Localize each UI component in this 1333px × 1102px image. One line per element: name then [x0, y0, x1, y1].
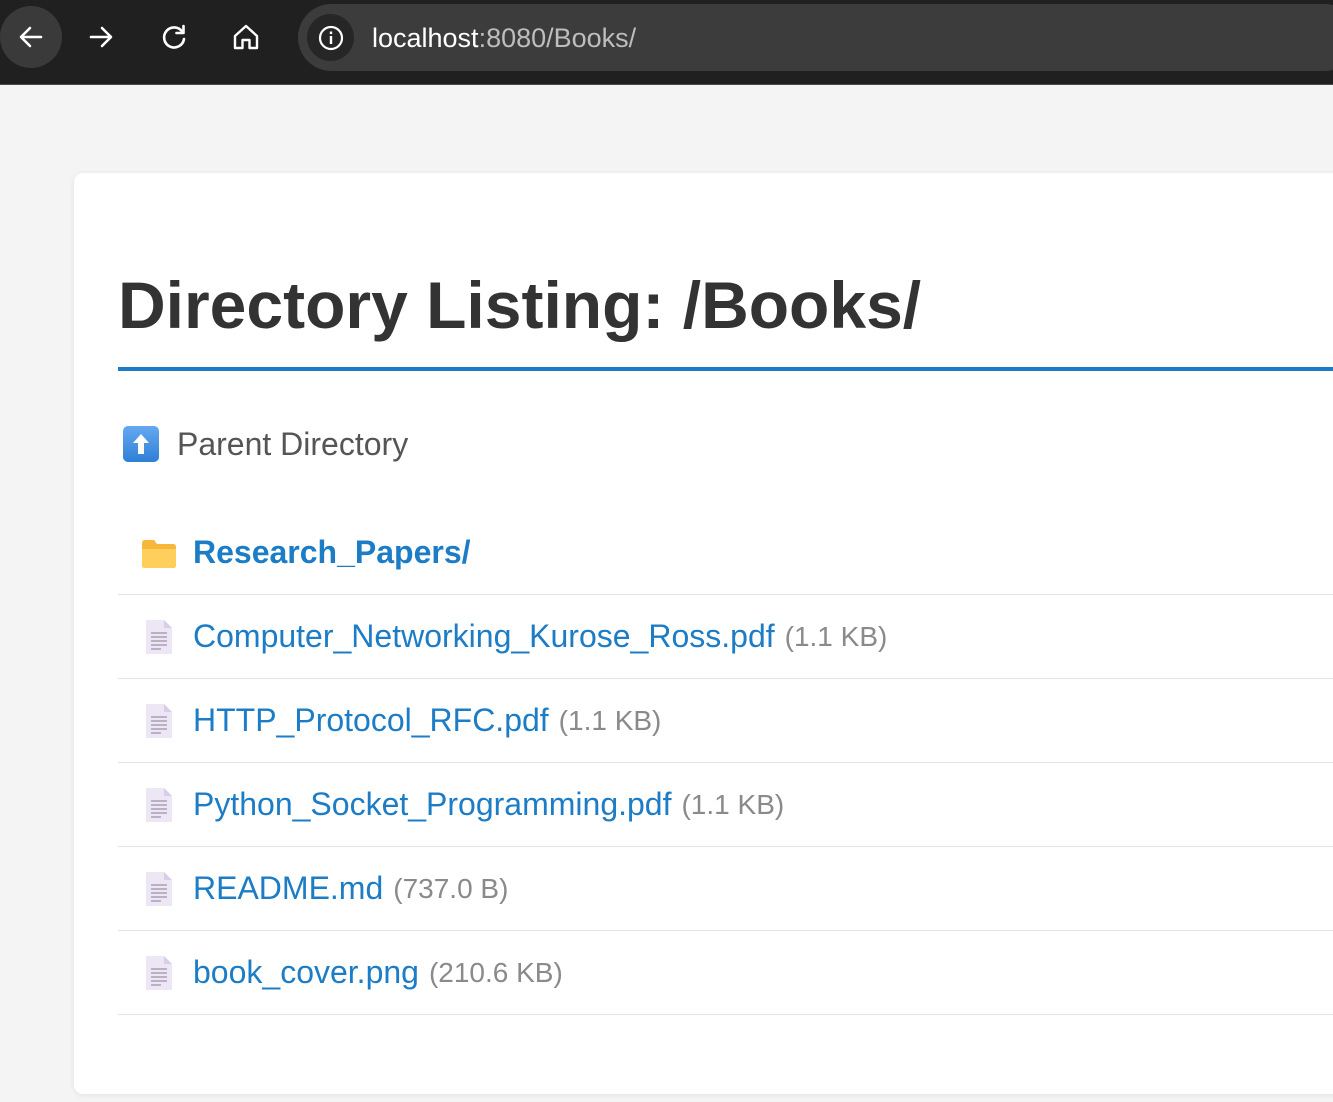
list-item: Python_Socket_Programming.pdf (1.1 KB) [118, 763, 1333, 847]
document-icon [141, 871, 177, 907]
file-link[interactable]: README.md [193, 870, 383, 907]
browser-toolbar: localhost:8080/Books/ [0, 0, 1333, 85]
page-title: Directory Listing: /Books/ [118, 268, 922, 342]
file-link[interactable]: HTTP_Protocol_RFC.pdf [193, 702, 549, 739]
url-path: :8080/Books/ [478, 23, 637, 53]
directory-listing-card: Directory Listing: /Books/ Parent Direct… [74, 173, 1333, 1094]
reload-button[interactable] [143, 6, 205, 68]
file-size: (1.1 KB) [784, 620, 888, 652]
back-button[interactable] [0, 6, 62, 68]
arrow-right-icon [89, 26, 113, 48]
document-icon [141, 619, 177, 655]
file-link[interactable]: book_cover.png [193, 954, 419, 991]
address-bar[interactable]: localhost:8080/Books/ [298, 4, 1333, 71]
title-divider [118, 367, 1333, 371]
list-item: Computer_Networking_Kurose_Ross.pdf (1.1… [118, 595, 1333, 679]
document-icon [141, 955, 177, 991]
url-text[interactable]: localhost:8080/Books/ [372, 22, 636, 54]
forward-button[interactable] [70, 6, 132, 68]
file-size: (1.1 KB) [558, 704, 662, 736]
list-item: book_cover.png (210.6 KB) [118, 931, 1333, 1015]
reload-icon [162, 24, 186, 49]
list-item: HTTP_Protocol_RFC.pdf (1.1 KB) [118, 679, 1333, 763]
file-link[interactable]: Python_Socket_Programming.pdf [193, 786, 671, 823]
file-size: (1.1 KB) [681, 788, 785, 820]
home-button[interactable] [215, 6, 277, 68]
file-list: Research_Papers/ Computer_Networking_Kur… [118, 511, 1333, 1015]
arrow-left-icon [19, 26, 43, 48]
list-item: README.md (737.0 B) [118, 847, 1333, 931]
folder-icon [141, 535, 177, 571]
document-icon [141, 787, 177, 823]
file-size: (210.6 KB) [428, 956, 563, 988]
parent-directory-label: Parent Directory [177, 425, 409, 462]
list-item: Research_Papers/ [118, 511, 1333, 595]
parent-directory-link[interactable]: Parent Directory [123, 423, 408, 465]
up-arrow-icon [123, 426, 159, 462]
info-icon [318, 25, 343, 50]
home-icon [233, 24, 259, 50]
folder-link[interactable]: Research_Papers/ [193, 534, 471, 571]
file-link[interactable]: Computer_Networking_Kurose_Ross.pdf [193, 618, 775, 655]
site-info-button[interactable] [307, 14, 354, 61]
document-icon [141, 703, 177, 739]
file-size: (737.0 B) [393, 872, 509, 904]
url-host: localhost [372, 23, 479, 53]
